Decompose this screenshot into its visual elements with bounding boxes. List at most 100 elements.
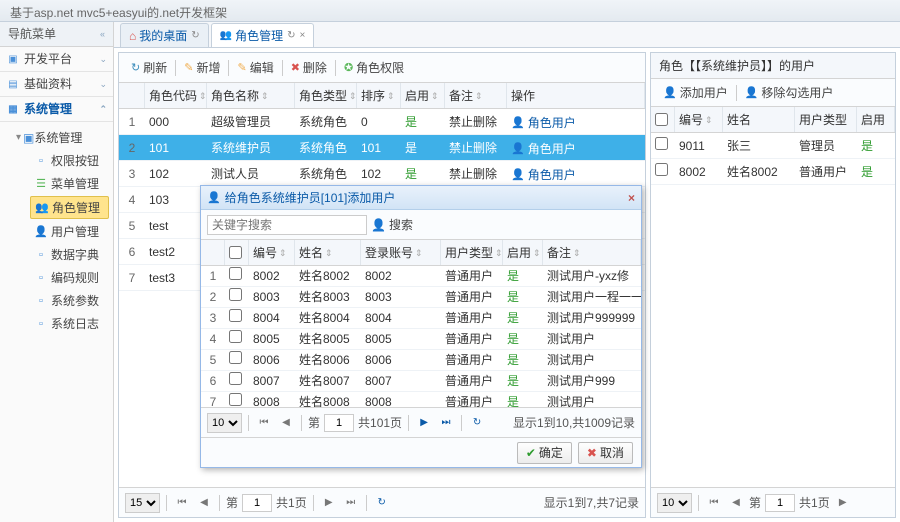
page-first-button[interactable]: ⏮	[173, 494, 191, 512]
table-row[interactable]: 1000超级管理员系统角色0是禁止删除👤角色用户	[119, 109, 645, 135]
add-user-button[interactable]: 👤添加用户	[657, 82, 734, 103]
col-name[interactable]: 姓名	[723, 107, 795, 132]
page-next-button[interactable]: ▶	[415, 414, 433, 432]
col-en[interactable]: 启用	[857, 107, 895, 132]
col-no[interactable]: 编号⇕	[249, 240, 295, 265]
page-prev-button[interactable]: ◀	[195, 494, 213, 512]
page-next-button[interactable]: ▶	[834, 494, 852, 512]
col-check[interactable]	[651, 107, 675, 132]
tab-desktop[interactable]: ⌂我的桌面↻	[120, 23, 209, 47]
search-input[interactable]	[207, 215, 367, 235]
role-user-button[interactable]: 👤角色用户	[511, 110, 576, 134]
col-note[interactable]: 备注⇕	[543, 240, 641, 265]
table-row[interactable]: 68007姓名80078007普通用户是测试用户999	[201, 371, 641, 392]
sort-icon: ⇕	[279, 240, 287, 265]
col-login[interactable]: 登录账号⇕	[361, 240, 441, 265]
tab-refresh-icon[interactable]: ↻	[191, 24, 199, 48]
tree-item-dict[interactable]: ▫数据字典	[34, 243, 113, 266]
page-first-button[interactable]: ⏮	[705, 494, 723, 512]
row-check[interactable]	[229, 309, 242, 322]
row-check[interactable]	[229, 330, 242, 343]
perm-button[interactable]: ✪角色权限	[338, 57, 410, 78]
table-row[interactable]: 8002姓名8002普通用户是	[651, 159, 895, 185]
tab-refresh-icon[interactable]: ↻	[287, 24, 295, 48]
page-size-select[interactable]: 15	[125, 493, 160, 513]
search-button[interactable]: 👤搜索	[371, 216, 413, 233]
remove-user-button[interactable]: 👤移除勾选用户	[739, 82, 840, 103]
page-refresh-button[interactable]: ↻	[468, 414, 486, 432]
col-no[interactable]: 编号⇕	[675, 107, 723, 132]
table-row[interactable]: 9011张三管理员是	[651, 133, 895, 159]
tree-item-menu[interactable]: ☰菜单管理	[34, 172, 113, 195]
col-note[interactable]: 备注⇕	[445, 83, 507, 108]
row-check[interactable]	[229, 393, 242, 406]
page-input[interactable]	[765, 494, 795, 512]
row-check[interactable]	[229, 267, 242, 280]
ok-button[interactable]: ✔确定	[517, 442, 572, 464]
cancel-button[interactable]: ✖取消	[578, 442, 633, 464]
tree-item-param[interactable]: ▫系统参数	[34, 289, 113, 312]
tree-item-role[interactable]: 👥角色管理	[30, 196, 109, 219]
tree-item-code[interactable]: ▫编码规则	[34, 266, 113, 289]
page-first-button[interactable]: ⏮	[255, 414, 273, 432]
col-sort[interactable]: 排序⇕	[357, 83, 401, 108]
col-type[interactable]: 角色类型⇕	[295, 83, 357, 108]
row-check[interactable]	[655, 163, 668, 176]
tree-root[interactable]: ▾▣系统管理	[16, 126, 113, 149]
check-all[interactable]	[229, 246, 242, 259]
page-next-button[interactable]: ▶	[320, 494, 338, 512]
table-row[interactable]: 2101系统维护员系统角色101是禁止删除👤角色用户	[119, 135, 645, 161]
page-size-select[interactable]: 10	[207, 413, 242, 433]
page-input[interactable]	[324, 414, 354, 432]
col-check[interactable]	[225, 240, 249, 265]
tab-role[interactable]: 👥角色管理↻×	[211, 23, 315, 47]
col-enabled[interactable]: 启用⇕	[401, 83, 445, 108]
row-check[interactable]	[229, 351, 242, 364]
table-row[interactable]: 78008姓名80088008普通用户是测试用户	[201, 392, 641, 407]
col-type[interactable]: 用户类型	[795, 107, 857, 132]
col-name[interactable]: 角色名称⇕	[207, 83, 295, 108]
folder-icon: ▣	[23, 131, 34, 145]
table-row[interactable]: 3102测试人员系统角色102是禁止删除👤角色用户	[119, 161, 645, 187]
page-input[interactable]	[242, 494, 272, 512]
collapse-icon[interactable]: «	[100, 22, 105, 47]
col-type[interactable]: 用户类型⇕	[441, 240, 503, 265]
page-prev-button[interactable]: ◀	[277, 414, 295, 432]
page-prev-button[interactable]: ◀	[727, 494, 745, 512]
col-name[interactable]: 姓名⇕	[295, 240, 361, 265]
nav-group-dev[interactable]: ▣开发平台⌄	[0, 47, 113, 72]
tree-item-log[interactable]: ▫系统日志	[34, 312, 113, 335]
add-button[interactable]: ✎新增	[178, 57, 226, 78]
table-row[interactable]: 28003姓名80038003普通用户是测试用户一程一一	[201, 287, 641, 308]
user-remove-icon: 👤	[745, 86, 759, 99]
table-row[interactable]: 38004姓名80048004普通用户是测试用户999999	[201, 308, 641, 329]
tab-close-icon[interactable]: ×	[300, 24, 306, 48]
delete-icon: ✖	[291, 61, 300, 74]
tree-item-user[interactable]: 👤用户管理	[34, 220, 113, 243]
page-refresh-button[interactable]: ↻	[373, 494, 391, 512]
row-check[interactable]	[229, 288, 242, 301]
role-user-button[interactable]: 👤角色用户	[511, 162, 576, 186]
nav-group-base[interactable]: ▤基础资料⌄	[0, 72, 113, 97]
page-size-select[interactable]: 10	[657, 493, 692, 513]
row-check[interactable]	[229, 372, 242, 385]
edit-button[interactable]: ✎编辑	[231, 57, 279, 78]
table-row[interactable]: 18002姓名80028002普通用户是测试用户-yxz修	[201, 266, 641, 287]
check-all[interactable]	[655, 113, 668, 126]
dialog-title[interactable]: 👤 给角色系统维护员[101]添加用户 ×	[201, 186, 641, 210]
row-check[interactable]	[655, 137, 668, 150]
tree-item-perm[interactable]: ▫权限按钮	[34, 149, 113, 172]
ok-icon: ✔	[526, 446, 536, 460]
table-row[interactable]: 48005姓名80058005普通用户是测试用户	[201, 329, 641, 350]
refresh-button[interactable]: ↻刷新	[125, 57, 173, 78]
nav-group-sys[interactable]: ▦系统管理⌃	[0, 97, 113, 122]
role-user-button[interactable]: 👤角色用户	[511, 136, 576, 160]
page-last-button[interactable]: ⏭	[342, 494, 360, 512]
delete-button[interactable]: ✖删除	[285, 57, 333, 78]
col-en[interactable]: 启用⇕	[503, 240, 543, 265]
table-row[interactable]: 58006姓名80068006普通用户是测试用户	[201, 350, 641, 371]
sort-icon: ⇕	[199, 83, 207, 108]
page-last-button[interactable]: ⏭	[437, 414, 455, 432]
col-code[interactable]: 角色代码⇕	[145, 83, 207, 108]
dialog-close-button[interactable]: ×	[628, 191, 635, 205]
